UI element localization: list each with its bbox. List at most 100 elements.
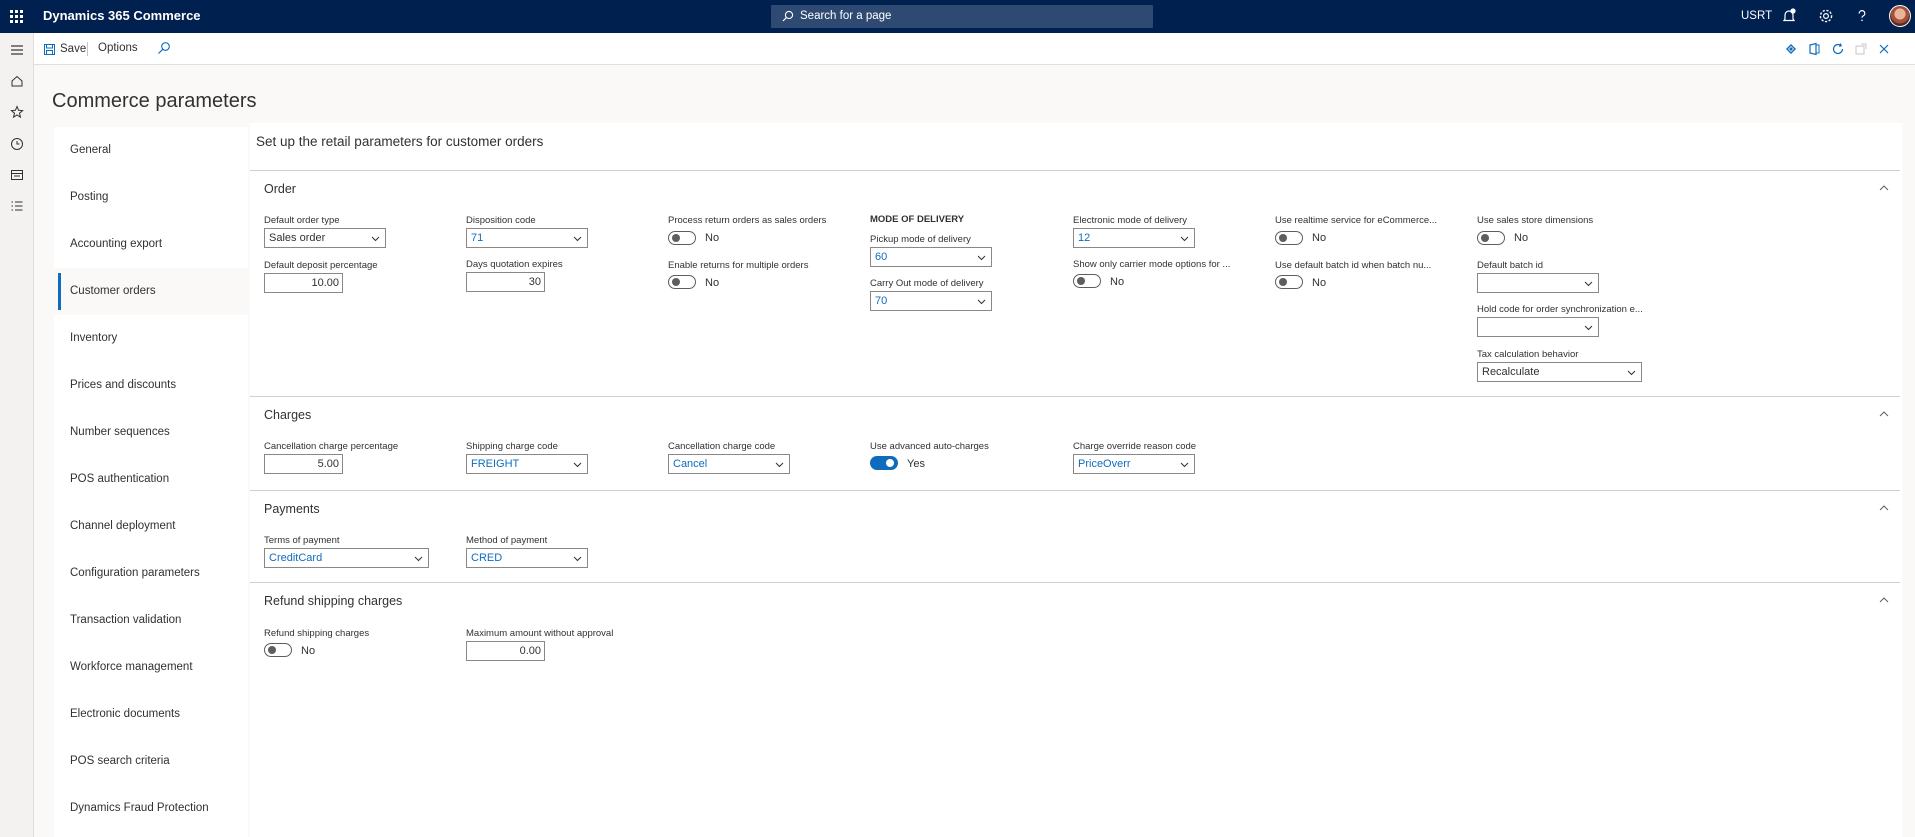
maximum-amount-input[interactable]: 0.00 — [466, 641, 545, 661]
tab-electronic-documents[interactable]: Electronic documents — [54, 691, 248, 738]
maximum-amount-label: Maximum amount without approval — [466, 628, 614, 639]
hold-code-select[interactable] — [1477, 317, 1599, 337]
chevron-up-icon[interactable] — [1879, 503, 1889, 513]
tab-pos-search-criteria[interactable]: POS search criteria — [54, 738, 248, 785]
tab-configuration-parameters[interactable]: Configuration parameters — [54, 550, 248, 597]
tax-calculation-behavior-label: Tax calculation behavior — [1477, 349, 1579, 360]
electronic-mode-value: 12 — [1078, 232, 1091, 244]
advanced-auto-charges-toggle[interactable] — [870, 456, 898, 470]
section-order-header[interactable]: Order — [264, 182, 296, 196]
charge-override-reason-code-select[interactable]: PriceOverr — [1073, 454, 1195, 474]
favorites-star-icon[interactable] — [9, 104, 25, 120]
close-icon[interactable] — [1877, 42, 1891, 56]
tab-pos-authentication[interactable]: POS authentication — [54, 456, 248, 503]
default-batch-id-select[interactable] — [1477, 273, 1599, 293]
help-icon[interactable] — [1853, 7, 1871, 25]
section-refund-shipping-charges-header[interactable]: Refund shipping charges — [264, 594, 402, 608]
vertical-tabs: General Posting Accounting export Custom… — [54, 127, 248, 837]
terms-of-payment-select[interactable]: CreditCard — [264, 548, 429, 568]
notification-icon[interactable] — [1780, 7, 1798, 25]
days-quotation-expires-input[interactable]: 30 — [466, 272, 545, 292]
hamburger-menu-icon[interactable] — [9, 42, 25, 58]
terms-of-payment-label: Terms of payment — [264, 535, 340, 546]
cancellation-charge-code-select[interactable]: Cancel — [668, 454, 790, 474]
section-divider — [250, 396, 1900, 397]
tab-posting[interactable]: Posting — [54, 174, 248, 221]
pickup-mode-select[interactable]: 60 — [870, 247, 992, 267]
home-icon[interactable] — [9, 73, 25, 89]
shipping-charge-code-select[interactable]: FREIGHT — [466, 454, 588, 474]
default-batch-id-label: Default batch id — [1477, 260, 1544, 271]
enable-returns-multiple-toggle[interactable] — [668, 275, 696, 289]
chevron-up-icon[interactable] — [1879, 595, 1889, 605]
chevron-down-icon — [1627, 370, 1636, 376]
action-pane: Save Options — [34, 33, 1915, 65]
modules-list-icon[interactable] — [9, 198, 25, 214]
open-new-window-icon[interactable] — [1854, 42, 1868, 56]
electronic-mode-select[interactable]: 12 — [1073, 228, 1195, 248]
options-button[interactable]: Options — [98, 42, 138, 54]
process-return-orders-value: No — [705, 232, 720, 244]
section-divider — [250, 490, 1900, 491]
chevron-up-icon[interactable] — [1879, 409, 1889, 419]
tab-prices-and-discounts[interactable]: Prices and discounts — [54, 362, 248, 409]
chevron-down-icon — [1584, 281, 1593, 287]
tab-dynamics-fraud-protection[interactable]: Dynamics Fraud Protection — [54, 785, 248, 832]
default-order-type-value: Sales order — [269, 232, 326, 244]
divider — [87, 42, 88, 56]
tab-accounting-export[interactable]: Accounting export — [54, 221, 248, 268]
gear-icon[interactable] — [1817, 7, 1835, 25]
tab-transaction-validation[interactable]: Transaction validation — [54, 597, 248, 644]
tab-workforce-management[interactable]: Workforce management — [54, 644, 248, 691]
use-default-batch-toggle[interactable] — [1275, 275, 1303, 289]
app-title[interactable]: Dynamics 365 Commerce — [43, 8, 201, 23]
method-of-payment-select[interactable]: CRED — [466, 548, 588, 568]
carry-out-mode-select[interactable]: 70 — [870, 291, 992, 311]
search-box[interactable]: Search for a page — [771, 5, 1153, 28]
chevron-down-icon — [775, 462, 784, 468]
app-launcher-icon[interactable] — [10, 10, 23, 23]
carry-out-mode-value: 70 — [875, 295, 888, 307]
use-sales-store-dimensions-toggle[interactable] — [1477, 231, 1505, 245]
search-icon[interactable] — [157, 41, 171, 55]
cancellation-charge-code-label: Cancellation charge code — [668, 441, 776, 452]
refresh-icon[interactable] — [1831, 42, 1845, 56]
process-return-orders-label: Process return orders as sales orders — [668, 215, 827, 226]
advanced-auto-charges-label: Use advanced auto-charges — [870, 441, 989, 452]
tab-inventory[interactable]: Inventory — [54, 315, 248, 362]
disposition-code-select[interactable]: 71 — [466, 228, 588, 248]
chevron-up-icon[interactable] — [1879, 183, 1889, 193]
tab-channel-deployment[interactable]: Channel deployment — [54, 503, 248, 550]
advanced-auto-charges-value: Yes — [907, 458, 925, 470]
tax-calculation-behavior-select[interactable]: Recalculate — [1477, 362, 1642, 382]
office-icon[interactable] — [1807, 42, 1821, 56]
use-realtime-toggle[interactable] — [1275, 231, 1303, 245]
section-divider — [250, 582, 1900, 583]
cancellation-charge-percentage-input[interactable]: 5.00 — [264, 454, 343, 474]
refund-shipping-charges-label: Refund shipping charges — [264, 628, 370, 639]
power-apps-icon[interactable] — [1784, 42, 1798, 56]
recent-clock-icon[interactable] — [9, 136, 25, 152]
tab-general[interactable]: General — [54, 127, 248, 174]
company-selector[interactable]: USRT — [1741, 10, 1772, 22]
default-order-type-select[interactable]: Sales order — [264, 228, 386, 248]
tab-number-sequences[interactable]: Number sequences — [54, 409, 248, 456]
disposition-code-value: 71 — [471, 232, 484, 244]
section-payments-header[interactable]: Payments — [264, 502, 320, 516]
enable-returns-multiple-value: No — [705, 277, 720, 289]
avatar[interactable] — [1889, 5, 1911, 27]
tab-page-title: Set up the retail parameters for custome… — [256, 134, 544, 149]
save-button[interactable]: Save — [44, 41, 86, 57]
tax-calculation-behavior-value: Recalculate — [1482, 366, 1540, 378]
show-only-carrier-toggle[interactable] — [1073, 274, 1101, 288]
workspaces-icon[interactable] — [9, 167, 25, 183]
tab-customer-orders[interactable]: Customer orders — [54, 268, 248, 315]
use-sales-store-dimensions-value: No — [1514, 232, 1529, 244]
process-return-orders-toggle[interactable] — [668, 231, 696, 245]
search-placeholder: Search for a page — [800, 10, 892, 22]
default-deposit-percentage-input[interactable]: 10.00 — [264, 273, 343, 293]
section-charges-header[interactable]: Charges — [264, 408, 311, 422]
refund-shipping-charges-toggle[interactable] — [264, 643, 292, 657]
page-title: Commerce parameters — [52, 90, 257, 112]
use-realtime-label: Use realtime service for eCommerce... — [1275, 215, 1438, 226]
